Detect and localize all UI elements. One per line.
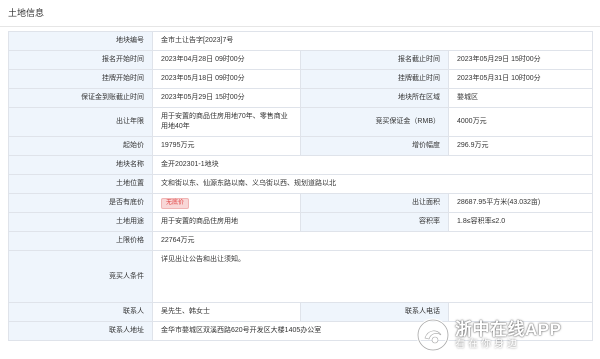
increment-value: 296.9万元 (447, 136, 594, 156)
term-label: 出让年限 (8, 107, 153, 137)
deposit-deadline-label: 保证金到账截止时间 (8, 88, 153, 108)
plot-name-label: 地块名称 (8, 155, 153, 175)
table-row: 土地位置 文和街以东、仙源东路以南、义乌街以西、规划道路以北 (8, 174, 594, 194)
increment-label: 增价幅度 (300, 136, 449, 156)
term-value: 用于安置的商品住房用地70年、零售商业用地40年 (152, 107, 301, 137)
listing-start-value: 2023年05月18日 09时00分 (152, 69, 301, 89)
district-label: 地块所在区域 (300, 88, 449, 108)
contact-label: 联系人 (8, 302, 153, 322)
bidder-req-value: 详见出让公告和出让须知。 (151, 250, 594, 303)
far-value: 1.8≤容积率≤2.0 (447, 212, 594, 232)
contact-addr-label: 联系人地址 (8, 321, 153, 341)
cap-price-value: 22764万元 (151, 231, 594, 251)
listing-end-label: 挂牌截止时间 (300, 69, 449, 89)
listing-end-value: 2023年05月31日 10时00分 (447, 69, 594, 89)
reg-start-value: 2023年04月28日 09时00分 (152, 50, 301, 70)
contact-value: 吴先生、韩女士 (152, 302, 301, 322)
land-info-table: 地块编号 金市土让告字[2023]7号 报名开始时间 2023年04月28日 0… (8, 31, 594, 341)
area-label: 出让面积 (300, 193, 449, 213)
table-row: 起始价 19795万元 增价幅度 296.9万元 (8, 136, 594, 156)
table-row: 竞买人条件 详见出让公告和出让须知。 (8, 250, 594, 303)
zhezhong-logo-icon (416, 318, 450, 352)
usage-value: 用于安置的商品住房用地 (152, 212, 301, 232)
reserve-price-label: 是否有底价 (8, 193, 153, 213)
starting-price-label: 起始价 (8, 136, 153, 156)
watermark-title: 浙中在线APP (455, 319, 562, 339)
area-value: 28687.95平方米(43.032亩) (447, 193, 594, 213)
watermark-subtitle: 看在你身边 (455, 338, 520, 350)
starting-price-value: 19795万元 (152, 136, 301, 156)
table-row: 保证金到账截止时间 2023年05月29日 15时00分 地块所在区域 婺城区 (8, 88, 594, 108)
cap-price-label: 上限价格 (8, 231, 153, 251)
table-row: 挂牌开始时间 2023年05月18日 09时00分 挂牌截止时间 2023年05… (8, 69, 594, 89)
table-row: 出让年限 用于安置的商品住房用地70年、零售商业用地40年 竞买保证金（RMB）… (8, 107, 594, 137)
far-label: 容积率 (300, 212, 449, 232)
usage-label: 土地用途 (8, 212, 153, 232)
panel-title: 土地信息 (0, 0, 600, 27)
location-value: 文和街以东、仙源东路以南、义乌街以西、规划道路以北 (151, 174, 594, 194)
location-label: 土地位置 (8, 174, 153, 194)
table-row: 地块名称 金开202301-1地块 (8, 155, 594, 175)
reg-end-value: 2023年05月29日 15时00分 (447, 50, 594, 70)
plot-no-label: 地块编号 (8, 31, 153, 51)
table-row: 报名开始时间 2023年04月28日 09时00分 报名截止时间 2023年05… (8, 50, 594, 70)
deposit-deadline-value: 2023年05月29日 15时00分 (152, 88, 301, 108)
table-row: 地块编号 金市土让告字[2023]7号 (8, 31, 594, 51)
table-row: 是否有底价 无底价 出让面积 28687.95平方米(43.032亩) (8, 193, 594, 213)
table-row: 上限价格 22764万元 (8, 231, 594, 251)
table-row: 土地用途 用于安置的商品住房用地 容积率 1.8≤容积率≤2.0 (8, 212, 594, 232)
district-value: 婺城区 (447, 88, 594, 108)
listing-start-label: 挂牌开始时间 (8, 69, 153, 89)
watermark: 浙中在线APP 看在你身边 (416, 315, 594, 355)
deposit-value: 4000万元 (447, 107, 594, 137)
plot-no-value: 金市土让告字[2023]7号 (151, 31, 594, 51)
reg-start-label: 报名开始时间 (8, 50, 153, 70)
reg-end-label: 报名截止时间 (300, 50, 449, 70)
no-reserve-badge: 无底价 (161, 197, 190, 209)
bidder-req-label: 竞买人条件 (8, 250, 153, 303)
plot-name-value: 金开202301-1地块 (151, 155, 594, 175)
deposit-label: 竞买保证金（RMB） (300, 107, 449, 137)
